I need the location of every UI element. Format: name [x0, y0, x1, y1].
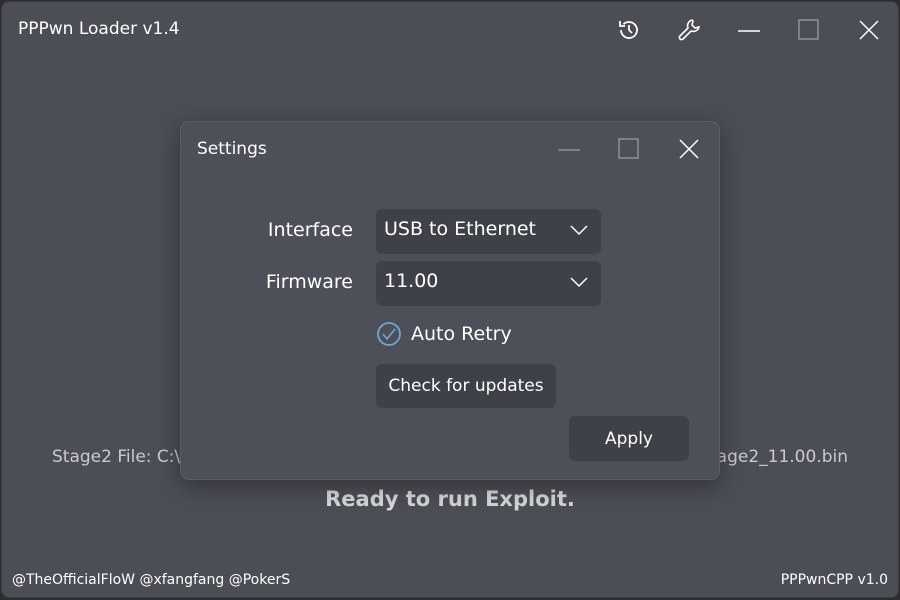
credits: @TheOfficialFloW @xfangfang @PokerS [12, 572, 291, 588]
minimize-button[interactable] [733, 14, 765, 46]
checkmark-circle-icon [377, 322, 401, 346]
settings-dialog: Settings Interface USB to Ethernet Firmw… [180, 121, 720, 480]
firmware-value: 11.00 [384, 270, 439, 292]
interface-value: USB to Ethernet [384, 218, 536, 240]
stage2-file-label: Stage2 File: C:\ [52, 447, 181, 467]
close-button[interactable] [853, 14, 885, 46]
version: PPPwnCPP v1.0 [780, 572, 888, 588]
app-title: PPPwn Loader v1.4 [18, 19, 180, 39]
chevron-down-icon [570, 277, 588, 288]
interface-label: Interface [267, 219, 353, 241]
stage2-file-name: stage2_11.00.bin [701, 447, 848, 467]
dialog-minimize-button[interactable] [553, 133, 585, 165]
maximize-icon [618, 138, 639, 159]
wrench-icon [678, 19, 701, 41]
dialog-title: Settings [197, 139, 267, 159]
close-icon [679, 139, 699, 159]
minimize-icon [738, 30, 760, 32]
history-button[interactable] [613, 14, 645, 46]
settings-button[interactable] [673, 14, 705, 46]
close-icon [859, 20, 879, 40]
check-updates-button[interactable]: Check for updates [376, 364, 556, 408]
maximize-icon [798, 19, 819, 40]
apply-button[interactable]: Apply [569, 416, 689, 461]
auto-retry-label: Auto Retry [411, 323, 512, 345]
status-text: Ready to run Exploit. [325, 487, 575, 511]
auto-retry-checkbox[interactable]: Auto Retry [376, 321, 512, 347]
firmware-label: Firmware [265, 271, 353, 293]
dialog-maximize-button[interactable] [613, 133, 645, 165]
maximize-button[interactable] [793, 14, 825, 46]
history-icon [619, 21, 638, 39]
minimize-icon [558, 149, 580, 151]
chevron-down-icon [570, 225, 588, 236]
dialog-close-button[interactable] [673, 133, 705, 165]
interface-select[interactable]: USB to Ethernet [376, 209, 601, 254]
firmware-select[interactable]: 11.00 [376, 261, 601, 306]
